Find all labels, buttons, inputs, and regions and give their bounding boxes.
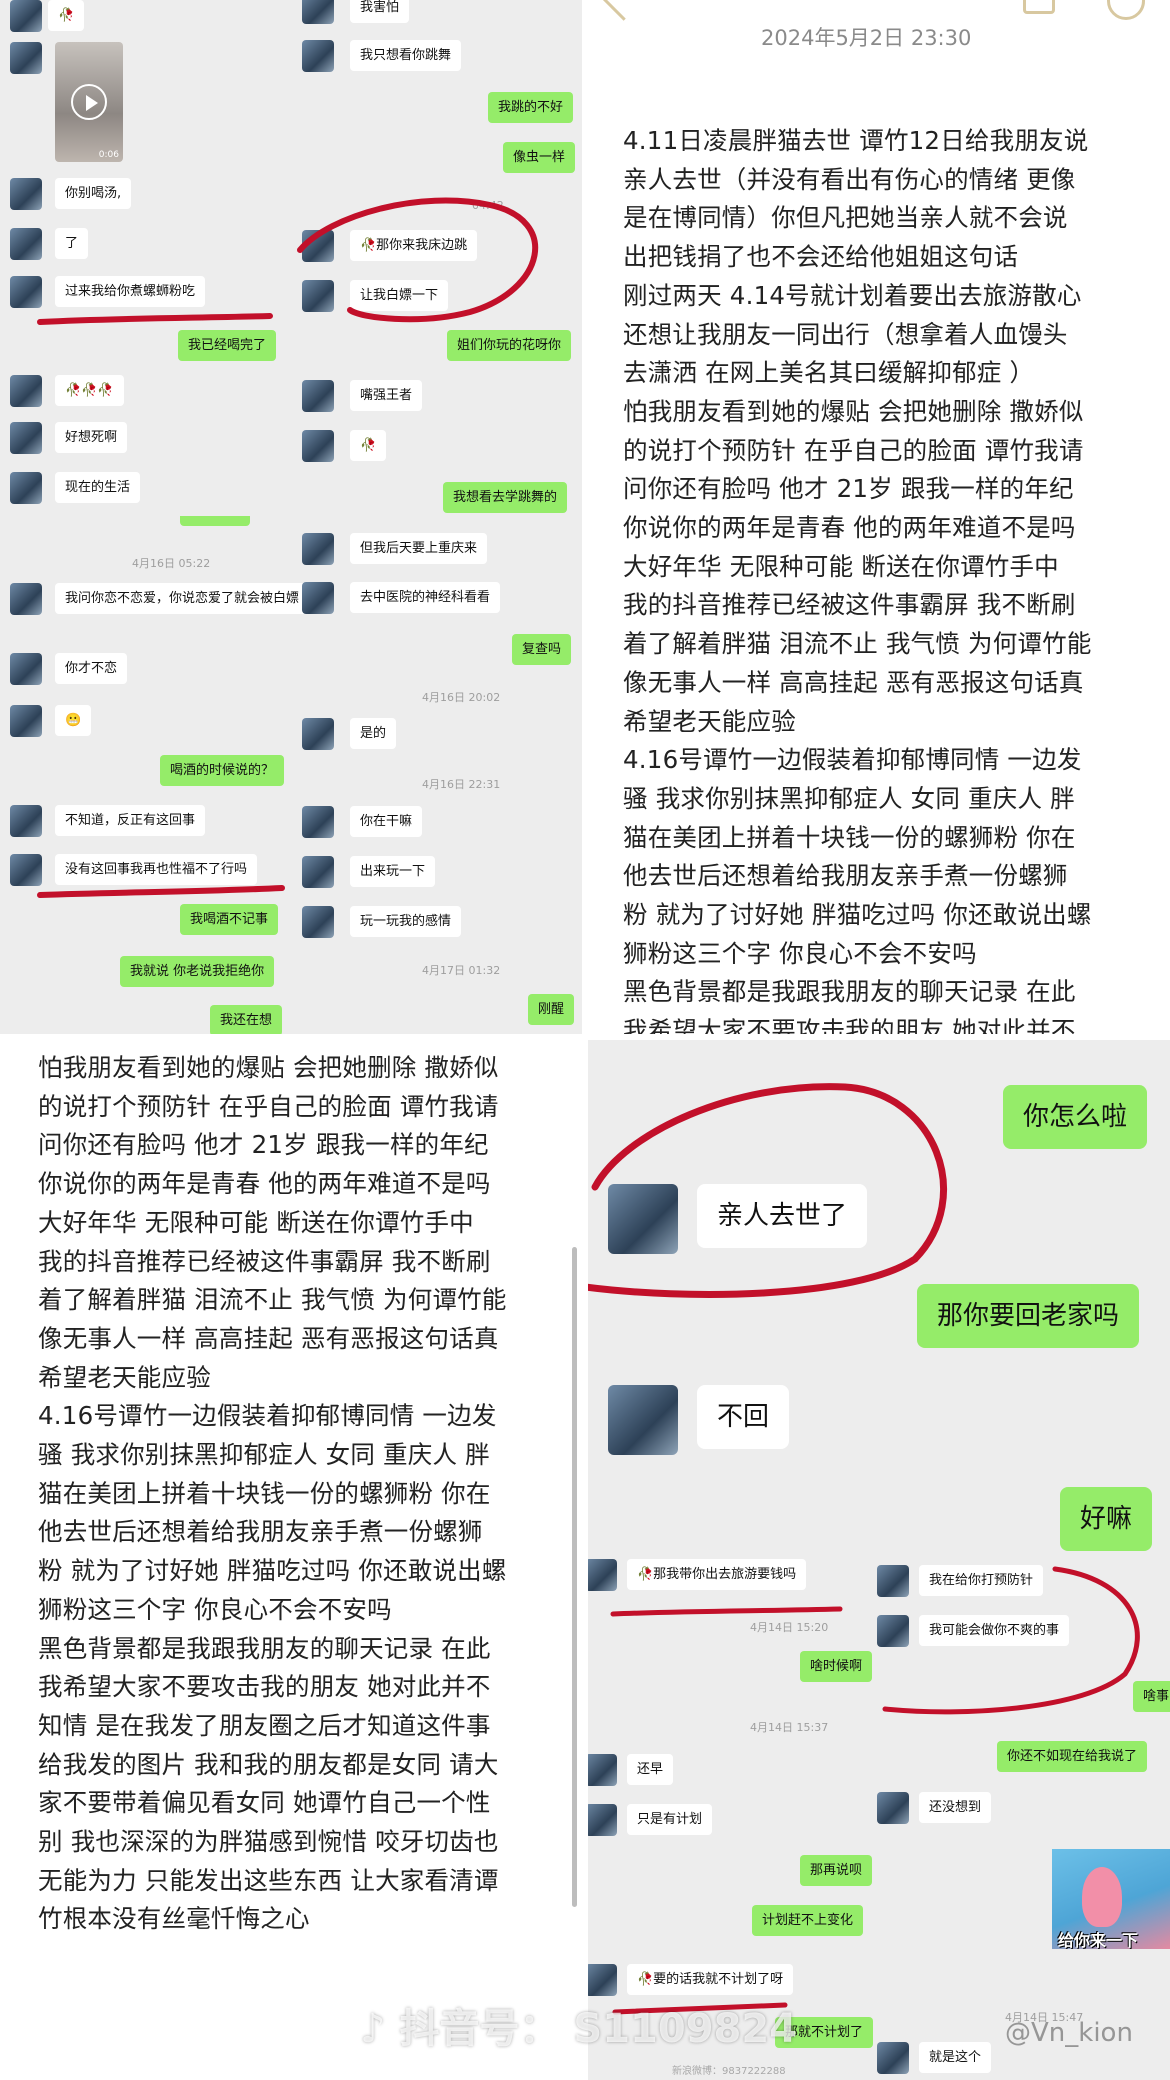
- underline-mark: [37, 885, 285, 898]
- underline-mark: [610, 1606, 843, 1617]
- text-post-bottom-left: 怕我朋友看到她的爆贴 会把她删除 撒娇似 的说打个预防针 在乎自己的脸面 谭竹我…: [0, 1037, 585, 2080]
- tiktok-logo-icon: ♪: [360, 2006, 386, 2052]
- share-icon[interactable]: [1023, 0, 1055, 14]
- back-arrow-icon[interactable]: [600, 0, 643, 21]
- red-annotation-marks: [37, 197, 539, 898]
- chat-screenshot-zoomed: 你怎么啦 亲人去世了 那你要回老家吗 不回 好嘛: [585, 1037, 1170, 1559]
- weibo-watermark: @Vn_kion: [1005, 2018, 1133, 2048]
- circle-mark: [297, 197, 539, 323]
- circle-mark: [882, 1566, 1140, 1715]
- post-date: 2024年5月2日 23:30: [761, 26, 972, 50]
- douyin-label: 抖音号：: [399, 2006, 560, 2052]
- chat-screenshot-top-left: 🥀 0:06 你别喝汤, 了 过来我给你煮螺蛳粉吃 我已经喝完了 🥀🥀🥀 好想死…: [0, 0, 585, 1037]
- douyin-watermark: ♪ 抖音号： S1109824: [360, 1996, 797, 2054]
- circle-mark: [585, 1083, 947, 1298]
- post-body-text: 4.11日凌晨胖猫去世 谭竹12日给我朋友说 亲人去世（并没有看出有伤心的情绪 …: [623, 126, 1092, 1037]
- more-icon[interactable]: [1107, 0, 1145, 20]
- red-annotation-marks: [585, 1083, 947, 1298]
- panel-divider: [0, 1034, 1170, 1040]
- text-post-top-right: 2024年5月2日 23:30 4.11日凌晨胖猫去世 谭竹12日给我朋友说 亲…: [585, 0, 1170, 1037]
- post-body-text: 怕我朋友看到她的爆贴 会把她删除 撒娇似 的说打个预防针 在乎自己的脸面 谭竹我…: [38, 1053, 507, 1934]
- underline-mark: [37, 313, 273, 325]
- panel-divider: [582, 0, 588, 2080]
- weibo-handle: @Vn_kion: [1005, 2018, 1133, 2048]
- douyin-id: S1109824: [573, 2006, 798, 2052]
- scrollbar[interactable]: [572, 1247, 577, 1907]
- weibo-small-watermark: 新浪微博：9837222288: [672, 2066, 786, 2077]
